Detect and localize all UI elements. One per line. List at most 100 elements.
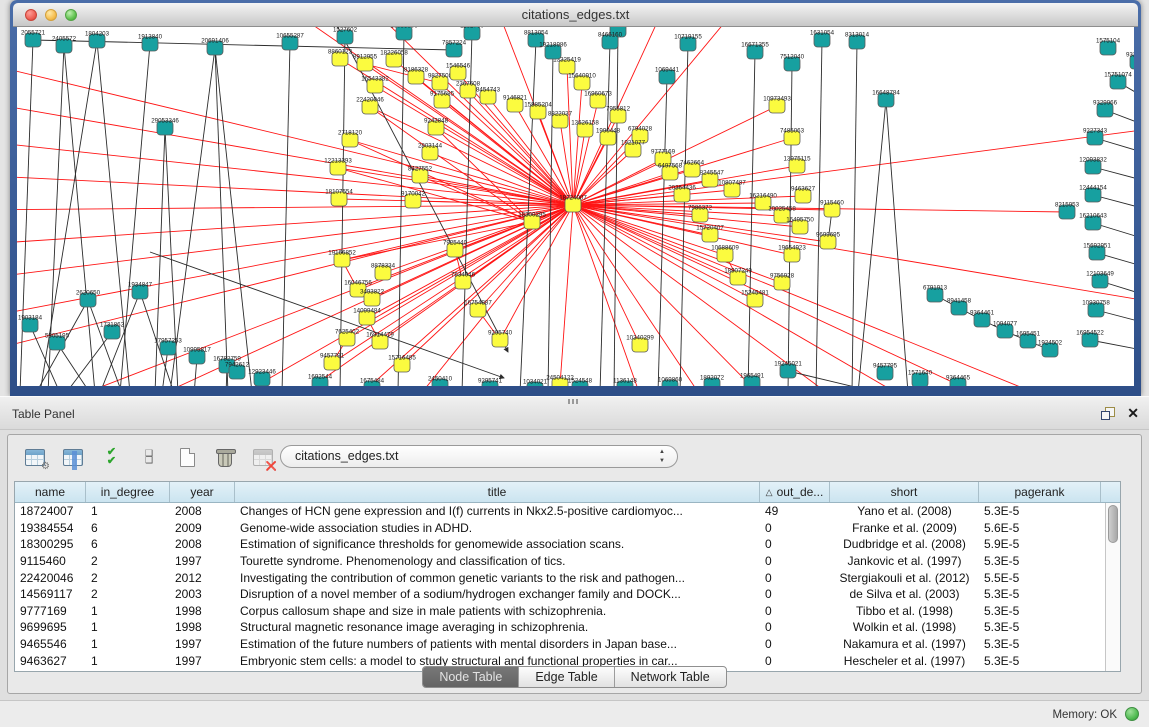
node-table: namein_degreeyeartitle△out_de...shortpag…: [14, 481, 1121, 672]
cell-name: 9777169: [15, 604, 86, 618]
cell-pagerank: 5.3E-5: [979, 554, 1101, 568]
cell-out_de: 0: [760, 554, 830, 568]
graph-node-label: 19218986: [539, 42, 567, 49]
table-row[interactable]: 1830029562008Estimation of significance …: [15, 536, 1105, 553]
table-scrollbar[interactable]: [1105, 503, 1120, 671]
table-row[interactable]: 969969511998Structural magnetic resonanc…: [15, 619, 1105, 636]
cell-title: Changes of HCN gene expression and I(f) …: [235, 504, 760, 518]
graph-edge: [17, 205, 573, 280]
graph-node-label: 18226058: [380, 50, 408, 57]
network-canvas-wrap[interactable]: 1872400718300295886012389129551822605881…: [17, 27, 1134, 386]
table-tabs-bar: Node TableEdge TableNetwork Table: [8, 666, 1141, 688]
graph-node-label: 9756928: [770, 273, 795, 280]
float-panel-icon[interactable]: [1101, 407, 1115, 420]
cell-pagerank: 5.3E-5: [979, 620, 1101, 634]
graph-node-label: 7925440: [443, 240, 468, 247]
graph-node-label: 12103649: [1086, 271, 1114, 278]
graph-edge: [436, 128, 532, 222]
graph-node-label: 16960673: [584, 91, 612, 98]
column-header-name[interactable]: name: [15, 482, 86, 502]
network-canvas[interactable]: 1872400718300295886012389129551822605881…: [17, 27, 1134, 386]
panel-drag-handle[interactable]: [568, 399, 580, 404]
graph-node-label: 16210643: [1079, 213, 1107, 220]
column-header-in_degree[interactable]: in_degree: [86, 482, 170, 502]
cell-short: de Silva et al. (2003): [830, 587, 979, 601]
graph-node-label: 8912955: [353, 54, 378, 61]
cell-out_de: 0: [760, 604, 830, 618]
tab-edge-table[interactable]: Edge Table: [519, 667, 614, 687]
cell-title: Corpus callosum shape and size in male p…: [235, 604, 760, 618]
graph-node-label: 13626158: [571, 120, 599, 127]
table-row[interactable]: 911546021997Tourette syndrome. Phenomeno…: [15, 553, 1105, 570]
graph-edge: [20, 40, 33, 386]
table-row[interactable]: 1938455462009Genome-wide association stu…: [15, 520, 1105, 537]
tab-network-table[interactable]: Network Table: [615, 667, 726, 687]
graph-node-label: 8427552: [408, 166, 433, 173]
graph-node-label: 10655287: [276, 33, 304, 40]
graph-node-label: 9463627: [791, 186, 816, 193]
graph-node-label: 9329966: [1093, 100, 1118, 107]
cell-short: Tibbo et al. (1998): [830, 604, 979, 618]
cell-out_de: 0: [760, 637, 830, 651]
table-row[interactable]: 977716911998Corpus callosum shape and si…: [15, 603, 1105, 620]
cell-year: 1997: [170, 637, 235, 651]
table-row[interactable]: 946554611997Estimation of the future num…: [15, 636, 1105, 653]
graph-edge: [748, 52, 755, 386]
cell-year: 1998: [170, 604, 235, 618]
table-row[interactable]: 2242004622012Investigating the contribut…: [15, 569, 1105, 586]
clear-selection-icon[interactable]: ❑ ❑: [136, 444, 162, 470]
column-header-short[interactable]: short: [830, 482, 979, 502]
cell-short: Stergiakouli et al. (2012): [830, 571, 979, 585]
scrollbar-thumb[interactable]: [1108, 505, 1118, 543]
table-columns-icon[interactable]: [60, 444, 86, 470]
cell-in_degree: 1: [86, 620, 170, 634]
column-header-year[interactable]: year: [170, 482, 235, 502]
graph-edge: [788, 64, 792, 386]
column-header-out_de[interactable]: △out_de...: [760, 482, 830, 502]
new-table-icon[interactable]: [174, 444, 200, 470]
column-header-title[interactable]: title: [235, 482, 760, 502]
table-row[interactable]: 1456911722003Disruption of a novel membe…: [15, 586, 1105, 603]
tab-node-table[interactable]: Node Table: [423, 667, 519, 687]
window-titlebar[interactable]: citations_edges.txt: [13, 3, 1138, 27]
graph-node-label: 9242848: [424, 118, 449, 125]
graph-edge: [852, 42, 857, 386]
cell-short: Nakamura et al. (1997): [830, 637, 979, 651]
graph-node-label: 7634046: [451, 272, 476, 279]
graph-node-label: 9457791: [320, 353, 345, 360]
graph-node-label: 14099484: [353, 308, 381, 315]
cell-short: Dudbridge et al. (2008): [830, 537, 979, 551]
graph-node-label: 16754887: [464, 300, 492, 307]
delete-table-icon[interactable]: [212, 444, 238, 470]
graph-node-label: 7485063: [780, 128, 805, 135]
graph-node-label: 8822037: [548, 111, 573, 118]
graph-edge: [858, 100, 886, 386]
cell-pagerank: 5.6E-5: [979, 521, 1101, 535]
graph-node-label: 9329961: [1126, 52, 1134, 59]
graph-node-label: 6794028: [628, 126, 653, 133]
graph-node-label: 9175685: [430, 91, 455, 98]
table-row[interactable]: 1872400712008Changes of HCN gene express…: [15, 503, 1105, 520]
cell-year: 1998: [170, 620, 235, 634]
table-settings-icon[interactable]: ⚙: [22, 444, 48, 470]
graph-node-label: 1692544: [308, 374, 333, 381]
cell-title: Estimation of significance thresholds fo…: [235, 537, 760, 551]
table-select-dropdown[interactable]: citations_edges.txt ▲▼: [280, 445, 678, 468]
graph-node-label: 1527602: [333, 27, 358, 34]
close-panel-icon[interactable]: ✕: [1127, 405, 1139, 421]
graph-node-label: 15751074: [1104, 72, 1132, 79]
graph-node-label: 19245021: [774, 361, 802, 368]
graph-node-label: 19654923: [778, 245, 806, 252]
graph-node-label: 2803144: [418, 143, 443, 150]
import-table-icon[interactable]: ❌: [250, 444, 276, 470]
cell-pagerank: 5.3E-5: [979, 587, 1101, 601]
graph-node-label: 9364465: [946, 375, 971, 382]
select-all-icon[interactable]: ✔ ✔: [98, 444, 124, 470]
column-header-pagerank[interactable]: pagerank: [979, 482, 1101, 502]
network-view-window: citations_edges.txt 18724007183002958860…: [10, 0, 1141, 396]
graph-node-label: 10688609: [711, 245, 739, 252]
graph-node-label: 12444154: [1079, 185, 1107, 192]
graph-node-label: 9295740: [488, 330, 513, 337]
cell-out_de: 0: [760, 571, 830, 585]
graph-node-label: 17957253: [154, 338, 182, 345]
